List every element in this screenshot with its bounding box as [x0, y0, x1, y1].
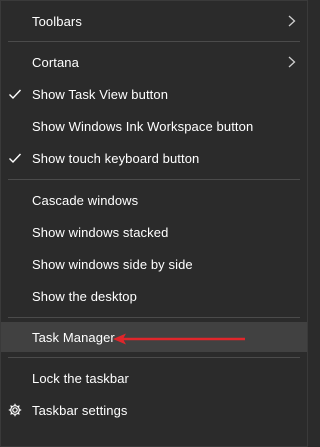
menu-item-lock-taskbar[interactable]: Lock the taskbar	[1, 362, 307, 394]
menu-item-show-desktop[interactable]: Show the desktop	[1, 280, 307, 312]
menu-item-cascade-windows[interactable]: Cascade windows	[1, 184, 307, 216]
menu-separator	[8, 179, 300, 180]
menu-item-label: Cascade windows	[32, 192, 139, 208]
menu-item-taskbar-settings[interactable]: Taskbar settings	[1, 394, 307, 426]
menu-separator	[8, 317, 300, 318]
menu-item-toolbars[interactable]: Toolbars	[1, 5, 307, 37]
menu-item-label: Lock the taskbar	[32, 370, 129, 386]
menu-item-label: Cortana	[32, 54, 79, 70]
menu-item-cortana[interactable]: Cortana	[1, 46, 307, 78]
annotation-arrow-icon	[113, 333, 245, 345]
check-icon	[9, 153, 22, 164]
menu-item-show-windows-side-by-side[interactable]: Show windows side by side	[1, 248, 307, 280]
menu-item-label: Show windows side by side	[32, 256, 193, 272]
menu-item-label: Show Task View button	[32, 86, 169, 102]
menu-item-label: Task Manager	[32, 329, 115, 345]
menu-separator	[8, 41, 300, 42]
menu-item-label: Show Windows Ink Workspace button	[32, 118, 254, 134]
chevron-right-icon	[288, 56, 296, 68]
menu-item-label: Show windows stacked	[32, 224, 169, 240]
check-icon	[9, 89, 22, 100]
menu-item-label: Taskbar settings	[32, 402, 128, 418]
menu-item-label: Show touch keyboard button	[32, 150, 200, 166]
gear-icon	[8, 403, 22, 417]
menu-item-show-touch-keyboard[interactable]: Show touch keyboard button	[1, 142, 307, 174]
menu-separator	[8, 357, 300, 358]
menu-item-label: Toolbars	[32, 13, 82, 29]
chevron-right-icon	[288, 15, 296, 27]
menu-item-show-ink-workspace[interactable]: Show Windows Ink Workspace button	[1, 110, 307, 142]
menu-item-show-task-view[interactable]: Show Task View button	[1, 78, 307, 110]
menu-item-label: Show the desktop	[32, 288, 137, 304]
taskbar-context-menu: Toolbars Cortana Show Task View button S…	[0, 0, 308, 447]
menu-item-show-windows-stacked[interactable]: Show windows stacked	[1, 216, 307, 248]
